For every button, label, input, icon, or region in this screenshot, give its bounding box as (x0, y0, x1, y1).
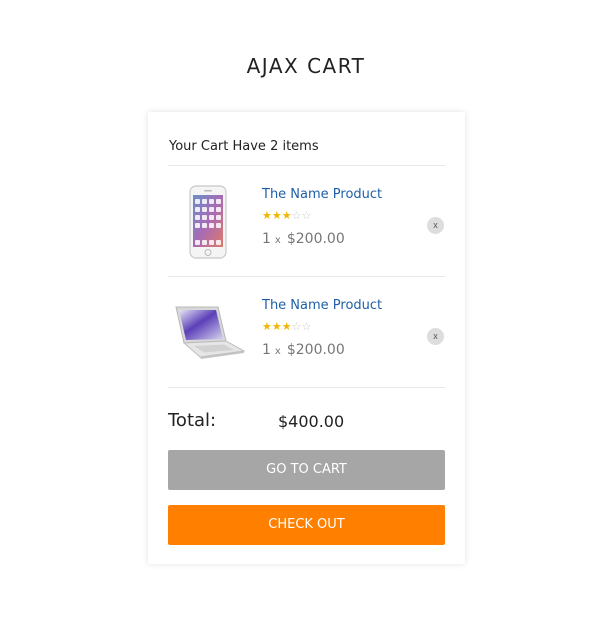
total-value: $400.00 (278, 412, 345, 431)
product-rating: ★★★☆☆ (262, 321, 311, 333)
cart-item-count: Your Cart Have 2 items (169, 139, 319, 154)
product-thumbnail-smartphone[interactable] (168, 167, 248, 277)
star-filled-icon: ★ (262, 210, 272, 222)
laptop-image (175, 306, 246, 359)
cart-item: The Name Product ★★★☆☆ 1 x $200.00 x (168, 278, 445, 388)
times-symbol: x (274, 346, 281, 357)
star-empty-icon: ☆ (291, 210, 302, 222)
quantity-price: 1 x $200.00 (262, 342, 345, 358)
quantity-value: 1 (262, 342, 271, 358)
star-empty-icon: ☆ (291, 321, 302, 333)
star-empty-icon: ☆ (301, 321, 312, 333)
smartphone-image (189, 185, 227, 259)
item-price: $200.00 (286, 231, 345, 247)
item-price: $200.00 (286, 342, 345, 358)
quantity-price: 1 x $200.00 (262, 231, 345, 247)
star-filled-icon: ★ (271, 321, 282, 333)
page-title: AJAX CART (246, 54, 366, 78)
star-empty-icon: ☆ (301, 210, 312, 222)
quantity-value: 1 (262, 231, 271, 247)
divider (168, 387, 445, 388)
star-filled-icon: ★ (281, 321, 292, 333)
product-thumbnail-laptop[interactable] (168, 278, 248, 388)
product-rating: ★★★☆☆ (262, 210, 311, 222)
divider (168, 276, 445, 277)
remove-item-button[interactable]: x (427, 328, 444, 345)
go-to-cart-button[interactable]: GO TO CART (168, 450, 445, 490)
star-filled-icon: ★ (262, 321, 272, 333)
checkout-button[interactable]: CHECK OUT (168, 505, 445, 545)
remove-item-button[interactable]: x (427, 217, 444, 234)
product-name-link[interactable]: The Name Product (262, 298, 382, 313)
cart-panel: Your Cart Have 2 items The Name Product … (148, 112, 465, 564)
cart-item: The Name Product ★★★☆☆ 1 x $200.00 x (168, 167, 445, 277)
star-filled-icon: ★ (271, 210, 282, 222)
times-symbol: x (274, 235, 281, 246)
total-label: Total: (168, 410, 217, 431)
star-filled-icon: ★ (281, 210, 292, 222)
product-name-link[interactable]: The Name Product (262, 187, 382, 202)
divider (168, 165, 445, 166)
